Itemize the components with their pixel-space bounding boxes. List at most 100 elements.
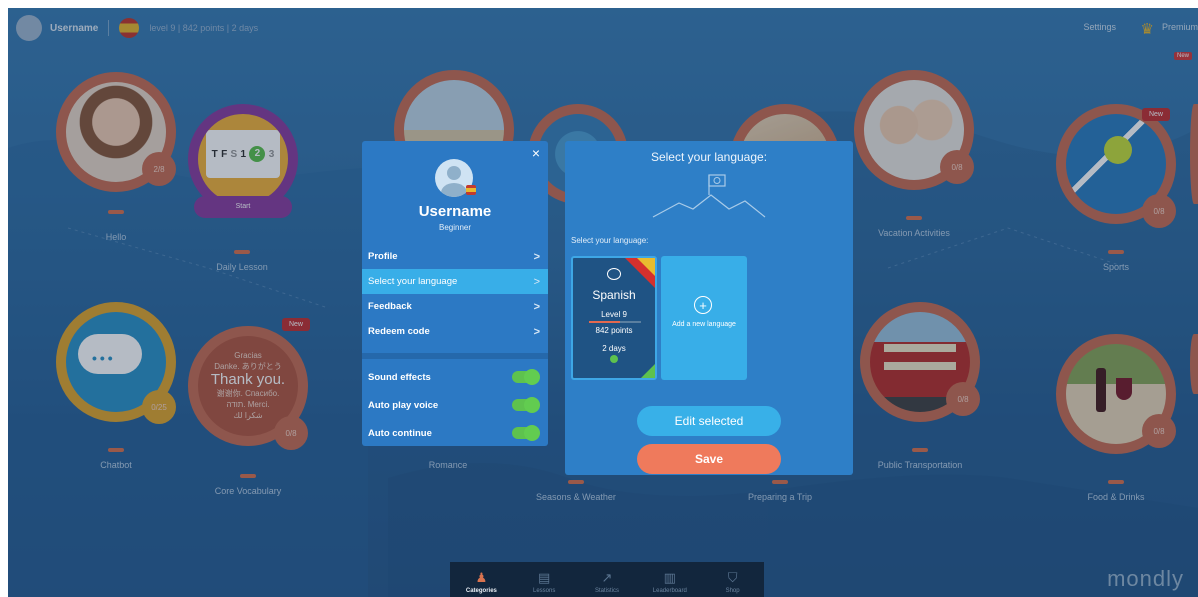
nav-label: Categories bbox=[465, 588, 497, 594]
spain-flag-icon[interactable] bbox=[119, 18, 140, 38]
add-language-card[interactable]: + Add a new language bbox=[661, 256, 747, 380]
progress-badge: 2/8 bbox=[142, 152, 176, 186]
toggle-label: Auto play voice bbox=[368, 399, 439, 411]
pin-dash bbox=[234, 250, 250, 254]
progress-badge: 0/8 bbox=[1142, 414, 1176, 448]
pin-label: Daily Lesson bbox=[216, 262, 268, 272]
profile-menu: Profile > Select your language > Feedbac… bbox=[362, 244, 548, 344]
nav-categories[interactable]: ♟ Categories bbox=[451, 570, 511, 594]
nav-lessons[interactable]: ▤ Lessons bbox=[514, 570, 574, 594]
spain-flag-icon bbox=[466, 185, 476, 195]
toggle-row-auto-play-voice: Auto play voice bbox=[362, 391, 548, 419]
new-badge: New bbox=[1141, 108, 1170, 121]
premium-link[interactable]: Premium bbox=[1162, 22, 1198, 32]
progress-badge: 0/8 bbox=[274, 416, 308, 450]
top-stats: level 9 | 842 points | 2 days bbox=[149, 23, 259, 33]
cal-date: 1 bbox=[240, 148, 247, 160]
shop-cart-icon: ⛉ bbox=[727, 570, 738, 585]
auto-play-voice-toggle[interactable] bbox=[512, 397, 540, 413]
category-pin-hello[interactable]: 2/8 Hello bbox=[56, 72, 176, 242]
language-subtitle: Select your language: bbox=[571, 236, 649, 245]
close-icon[interactable]: × bbox=[532, 145, 540, 161]
pin-label: Chatbot bbox=[100, 460, 132, 470]
pin-dash bbox=[568, 480, 584, 484]
streak-dot-icon bbox=[610, 355, 618, 363]
pin-label-trip[interactable]: Preparing a Trip bbox=[720, 492, 840, 502]
pin-dash bbox=[1108, 250, 1124, 254]
nav-shop[interactable]: ⛉ Shop bbox=[703, 570, 763, 594]
avatar[interactable] bbox=[16, 15, 42, 41]
toggle-row-sound-effects: Sound effects bbox=[362, 363, 548, 391]
category-pin-core-vocabulary[interactable]: Gracias Danke. ありがとう Thank you. 谢谢你. Спа… bbox=[188, 318, 310, 496]
nav-label: Shop bbox=[725, 588, 740, 594]
language-panel-title: Select your language: bbox=[650, 150, 768, 164]
vocab-word: Gracias bbox=[234, 351, 262, 360]
pin-dash bbox=[772, 480, 788, 484]
save-button[interactable]: Save bbox=[637, 444, 781, 474]
toggle-label: Auto continue bbox=[368, 427, 432, 439]
chevron-right-icon: > bbox=[533, 250, 540, 263]
top-username[interactable]: Username bbox=[50, 23, 98, 34]
nav-leaderboard[interactable]: ▥ Leaderboard bbox=[640, 570, 700, 594]
menu-item-feedback[interactable]: Feedback > bbox=[362, 294, 548, 319]
pin-dash bbox=[108, 210, 124, 214]
bus-windows bbox=[884, 344, 956, 352]
level-progress-bar bbox=[589, 321, 641, 323]
pin-dash bbox=[912, 448, 928, 452]
category-pin-daily-lesson[interactable]: T F S 1 2 3 Start Daily Lesson bbox=[188, 104, 308, 272]
language-days: 2 days bbox=[602, 344, 626, 353]
start-button[interactable]: Start bbox=[194, 196, 292, 218]
statistics-icon: ↗ bbox=[601, 570, 613, 585]
new-badge: New bbox=[281, 318, 310, 331]
edit-selected-button[interactable]: Edit selected bbox=[637, 406, 781, 436]
settings-link[interactable]: Settings bbox=[1083, 22, 1116, 32]
progress-badge: 0/25 bbox=[142, 390, 176, 424]
pin-dash bbox=[240, 474, 256, 478]
category-pin-vacation-activities[interactable]: 0/8 Vacation Activities bbox=[854, 70, 974, 238]
vocab-word: 谢谢你. Спасибо. bbox=[216, 389, 280, 398]
progress-badge: 0/8 bbox=[946, 382, 980, 416]
pin-dash bbox=[906, 216, 922, 220]
cal-date: 3 bbox=[268, 148, 275, 160]
language-panel: Select your language: Select your langua… bbox=[565, 141, 853, 475]
pin-label: Hello bbox=[105, 232, 127, 242]
chat-bubble-icon bbox=[607, 268, 621, 280]
category-pin-food-drinks[interactable]: 0/8 Food & Drinks bbox=[1056, 334, 1176, 502]
nav-label: Statistics bbox=[594, 588, 619, 594]
menu-item-profile[interactable]: Profile > bbox=[362, 244, 548, 269]
pin-label: Sports bbox=[1102, 262, 1129, 272]
tennis-ball-icon bbox=[1104, 136, 1132, 164]
selected-check-icon bbox=[641, 364, 655, 378]
nav-statistics[interactable]: ↗ Statistics bbox=[577, 570, 637, 594]
pin-label-romance[interactable]: Romance bbox=[408, 460, 488, 470]
vocab-word: Thank you. bbox=[210, 371, 286, 388]
language-name: Spanish bbox=[592, 288, 636, 302]
top-bar: Username level 9 | 842 points | 2 days bbox=[8, 8, 1198, 48]
language-card-spanish[interactable]: Spanish Level 9 842 points 2 days bbox=[571, 256, 657, 380]
sound-effects-toggle[interactable] bbox=[512, 369, 540, 385]
language-level: Level 9 bbox=[601, 310, 627, 319]
add-language-label: Add a new language bbox=[672, 321, 736, 328]
level-progress-fill bbox=[589, 321, 621, 323]
pin-label: Core Vocabulary bbox=[214, 486, 282, 496]
pin-dash bbox=[108, 448, 124, 452]
menu-item-select-language[interactable]: Select your language > bbox=[362, 269, 548, 294]
category-pin-public-transportation[interactable]: 0/8 Public Transportation bbox=[860, 302, 980, 470]
category-pin-sports[interactable]: New 0/8 Sports bbox=[1056, 104, 1176, 272]
menu-item-label: Redeem code bbox=[368, 326, 430, 337]
progress-badge: 0/8 bbox=[940, 150, 974, 184]
crown-icon[interactable]: ♛ bbox=[1141, 20, 1154, 38]
bus-windows bbox=[884, 362, 956, 370]
menu-item-label: Feedback bbox=[368, 301, 412, 312]
pin-label-seasons[interactable]: Seasons & Weather bbox=[516, 492, 636, 502]
language-points: 842 points bbox=[595, 326, 633, 335]
plus-circle-icon: + bbox=[694, 296, 712, 314]
nav-label: Leaderboard bbox=[652, 588, 687, 594]
auto-continue-toggle[interactable] bbox=[512, 425, 540, 441]
category-pin-chatbot[interactable]: ••• 0/25 Chatbot bbox=[56, 302, 176, 470]
offscreen-pin bbox=[1190, 104, 1198, 204]
menu-item-redeem-code[interactable]: Redeem code > bbox=[362, 319, 548, 344]
new-badge: New bbox=[1173, 52, 1192, 60]
vocab-word: תודה. Merci. bbox=[226, 400, 270, 409]
cal-day: S bbox=[230, 148, 238, 160]
